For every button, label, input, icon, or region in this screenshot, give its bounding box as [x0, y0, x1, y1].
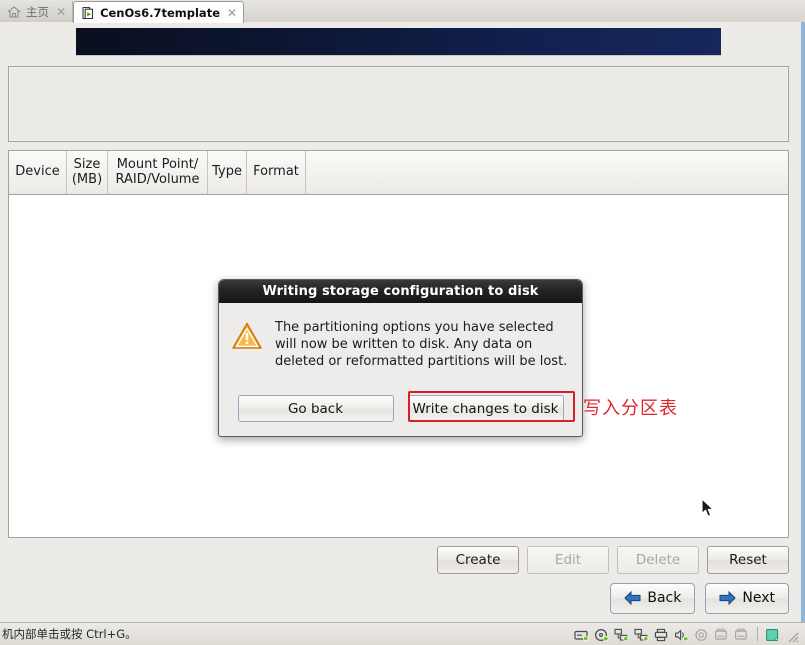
printer-icon[interactable] — [654, 627, 670, 642]
wizard-navigation: Back Next — [8, 578, 789, 618]
delete-button: Delete — [617, 546, 699, 574]
network-adapter-2-icon[interactable] — [634, 627, 650, 642]
resize-grip-icon[interactable] — [787, 628, 799, 643]
hard-disk-icon[interactable] — [574, 627, 590, 642]
camera-icon[interactable] — [694, 627, 710, 641]
drive-overview-panel — [8, 66, 789, 142]
create-button[interactable]: Create — [437, 546, 519, 574]
vmware-window: 主页 ✕ CenOs6.7template ✕ Device Size (MB)… — [0, 0, 805, 645]
network-adapter-icon[interactable] — [614, 627, 630, 642]
edit-button: Edit — [527, 546, 609, 574]
column-header-filler — [306, 151, 788, 194]
warning-triangle-icon — [231, 321, 263, 351]
dialog-message-line2: will now be written to disk. Any data on — [275, 337, 533, 352]
arrow-left-icon — [624, 590, 641, 606]
vm-icon — [81, 6, 95, 20]
column-header-size[interactable]: Size (MB) — [67, 151, 108, 194]
status-bar-divider — [757, 627, 758, 641]
status-bar-message: 机内部单击或按 Ctrl+G。 — [2, 627, 137, 641]
column-header-mount-point[interactable]: Mount Point/ RAID/Volume — [108, 151, 208, 194]
status-bar-device-icons — [574, 627, 805, 643]
tab-bar-filler — [244, 1, 805, 22]
column-header-type[interactable]: Type — [208, 151, 247, 194]
column-header-mount-line2: RAID/Volume — [115, 171, 200, 187]
dialog-body: The partitioning options you have select… — [219, 303, 582, 370]
go-back-button[interactable]: Go back — [237, 395, 394, 422]
dialog-message-line1: The partitioning options you have select… — [275, 320, 554, 335]
mouse-cursor — [701, 498, 715, 518]
tab-cenos-template[interactable]: CenOs6.7template ✕ — [73, 1, 245, 23]
guest-screen: Device Size (MB) Mount Point/ RAID/Volum… — [0, 22, 805, 622]
column-header-device[interactable]: Device — [9, 151, 67, 194]
dialog-buttons: Go back Write changes to disk — [219, 395, 582, 422]
column-header-format[interactable]: Format — [247, 151, 306, 194]
back-button-label: Back — [647, 590, 682, 606]
sound-card-icon[interactable] — [674, 627, 690, 642]
partition-action-buttons: Create Edit Delete Reset — [8, 544, 789, 576]
reset-button[interactable]: Reset — [707, 546, 789, 574]
dialog-title: Writing storage configuration to disk — [219, 280, 582, 303]
display-icon[interactable] — [765, 627, 781, 641]
column-header-mount-line1: Mount Point/ — [116, 157, 199, 173]
dialog-message-line3: deleted or reformatted partitions will b… — [275, 354, 568, 369]
tab-cenos-close-icon[interactable]: ✕ — [227, 7, 237, 19]
home-icon — [6, 5, 22, 19]
usb-device-icon[interactable] — [714, 627, 730, 641]
annotation-label: 写入分区表 — [583, 398, 678, 419]
tab-home-label: 主页 — [26, 4, 49, 19]
back-button[interactable]: Back — [610, 582, 696, 614]
tab-home-close-icon[interactable]: ✕ — [56, 6, 66, 18]
usb-device-2-icon[interactable] — [734, 627, 750, 641]
writing-storage-dialog: Writing storage configuration to disk Th… — [218, 279, 583, 437]
tab-home[interactable]: 主页 ✕ — [0, 1, 74, 22]
tab-bar: 主页 ✕ CenOs6.7template ✕ — [0, 0, 805, 23]
installer-banner — [76, 28, 721, 56]
status-bar: 机内部单击或按 Ctrl+G。 — [0, 622, 805, 645]
cd-dvd-icon[interactable] — [594, 627, 610, 642]
column-header-size-line1: Size — [73, 157, 101, 173]
column-header-size-line2: (MB) — [71, 171, 103, 187]
next-button-label: Next — [742, 590, 775, 606]
tab-cenos-label: CenOs6.7template — [100, 5, 220, 20]
arrow-right-icon — [719, 590, 737, 606]
write-changes-to-disk-button[interactable]: Write changes to disk — [407, 395, 564, 422]
dialog-message: The partitioning options you have select… — [275, 319, 567, 370]
partition-table-header: Device Size (MB) Mount Point/ RAID/Volum… — [9, 151, 788, 195]
next-button[interactable]: Next — [705, 582, 789, 614]
